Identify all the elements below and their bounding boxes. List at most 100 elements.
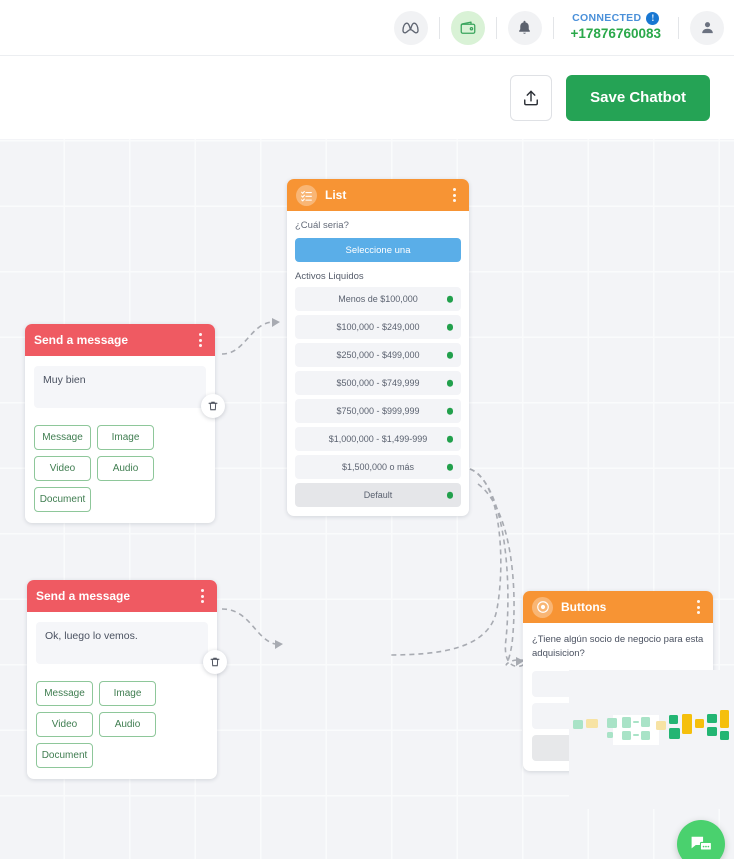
chip-image[interactable]: Image <box>97 425 154 450</box>
connector-dot[interactable] <box>446 351 453 359</box>
overlay-block <box>656 721 666 730</box>
node-list[interactable]: List ¿Cuál seria? Seleccione una Activos… <box>287 179 469 516</box>
list-icon <box>296 184 317 206</box>
list-item[interactable]: $100,000 - $249,000 <box>295 315 461 339</box>
overlay-block <box>720 731 729 740</box>
list-item-label: $100,000 - $249,000 <box>336 322 420 332</box>
list-item[interactable]: $750,000 - $999,999 <box>295 399 461 423</box>
node-title: Send a message <box>34 333 129 347</box>
chip-message[interactable]: Message <box>34 425 91 450</box>
list-section-label[interactable]: Activos Liquidos <box>287 262 469 287</box>
arrow-head <box>275 640 283 649</box>
list-item-label: $1,000,000 - $1,499-999 <box>328 434 428 444</box>
divider <box>495 16 497 39</box>
node-menu-icon[interactable] <box>693 597 704 617</box>
attachment-chip-row: Message Image Video Audio Document <box>34 425 206 512</box>
connector-dot[interactable] <box>446 407 453 415</box>
node-header[interactable]: Send a message <box>27 580 217 612</box>
attachment-chip-row: Message Image Video Audio Document <box>36 681 208 768</box>
divider <box>552 16 554 39</box>
connection-status-label: CONNECTED <box>572 12 642 24</box>
list-item[interactable]: $1,000,000 - $1,499-999 <box>295 427 461 451</box>
connector-dot[interactable] <box>446 379 453 387</box>
message-text[interactable]: Ok, luego lo vemos. <box>36 622 208 664</box>
list-item-label: Menos de $100,000 <box>338 294 418 304</box>
account-avatar[interactable] <box>690 10 724 45</box>
overlay-block <box>641 731 650 740</box>
overlay-block <box>707 714 717 723</box>
chip-document[interactable]: Document <box>36 743 93 768</box>
chip-message[interactable]: Message <box>36 681 93 706</box>
node-body: Ok, luego lo vemos. Message Image Video … <box>27 612 227 779</box>
radio-circle-icon <box>532 596 553 618</box>
top-bar: CONNECTED ! +17876760083 <box>0 0 734 56</box>
flow-canvas[interactable]: Send a message Muy bien Message Image Vi… <box>0 139 734 859</box>
connection-phone-number: +17876760083 <box>570 26 661 42</box>
overlay-block <box>669 728 680 739</box>
delete-icon[interactable] <box>201 394 225 418</box>
list-item[interactable]: $500,000 - $749,999 <box>295 371 461 395</box>
node-header[interactable]: Buttons <box>523 591 713 623</box>
connector-dot[interactable] <box>446 463 453 471</box>
upload-icon[interactable] <box>510 74 553 121</box>
node-header[interactable]: List <box>287 179 469 211</box>
list-item-label: $250,000 - $499,000 <box>336 350 420 360</box>
list-question[interactable]: ¿Cuál seria? <box>287 211 469 238</box>
overlay-block <box>607 718 617 728</box>
overlay-block <box>573 720 583 729</box>
overlay-block <box>622 717 631 728</box>
node-send-a-message-2[interactable]: Send a message Ok, luego lo vemos. Messa… <box>27 580 227 779</box>
chip-audio[interactable]: Audio <box>99 712 156 737</box>
connector-dot[interactable] <box>446 295 453 303</box>
info-icon[interactable]: ! <box>646 12 660 26</box>
bell-icon[interactable] <box>507 10 542 45</box>
node-menu-icon[interactable] <box>197 586 208 606</box>
chatbot-flow-builder: CONNECTED ! +17876760083 Save Chatbot Se… <box>0 0 734 859</box>
buttons-question[interactable]: ¿Tiene algún socio de negocio para esta … <box>523 623 713 671</box>
overlay-block <box>586 719 598 728</box>
save-chatbot-button[interactable]: Save Chatbot <box>566 74 710 121</box>
top-bar-controls: CONNECTED ! +17876760083 <box>393 10 724 45</box>
connection-status-row: CONNECTED ! <box>571 12 661 26</box>
meta-icon[interactable] <box>393 10 428 45</box>
node-send-a-message-1[interactable]: Send a message Muy bien Message Image Vi… <box>25 324 225 523</box>
list-item[interactable]: $250,000 - $499,000 <box>295 343 461 367</box>
obscured-overlay-panel <box>569 670 734 809</box>
connector-dot[interactable] <box>446 435 453 443</box>
arrow-head <box>272 318 280 327</box>
list-item-label: $500,000 - $749,999 <box>336 378 420 388</box>
chip-image[interactable]: Image <box>99 681 156 706</box>
overlay-block <box>695 719 704 728</box>
list-item-label: $1,500,000 o más <box>341 462 415 472</box>
wallet-icon[interactable] <box>450 10 485 45</box>
overlay-block <box>669 715 678 724</box>
node-title: Send a message <box>36 589 131 603</box>
chip-video[interactable]: Video <box>34 456 91 481</box>
delete-icon[interactable] <box>203 650 227 674</box>
divider <box>438 16 440 39</box>
connector-dot[interactable] <box>446 491 453 499</box>
list-item-default[interactable]: Default <box>295 483 461 507</box>
connection-status[interactable]: CONNECTED ! +17876760083 <box>565 12 667 43</box>
node-title: Buttons <box>561 600 607 614</box>
connector-dot[interactable] <box>446 323 453 331</box>
overlay-inner-card <box>613 715 659 745</box>
list-select-button[interactable]: Seleccione una <box>295 238 461 262</box>
list-item[interactable]: $1,500,000 o más <box>295 455 461 479</box>
chip-video[interactable]: Video <box>36 712 93 737</box>
chip-audio[interactable]: Audio <box>97 456 154 481</box>
divider <box>678 16 679 39</box>
node-title: List <box>325 188 347 202</box>
node-header[interactable]: Send a message <box>25 324 215 356</box>
list-option-container: Menos de $100,000 $100,000 - $249,000 $2… <box>287 287 469 516</box>
chip-document[interactable]: Document <box>34 487 91 512</box>
overlay-block <box>633 734 639 736</box>
overlay-block <box>641 717 650 727</box>
node-body: Muy bien Message Image Video Audio Docum… <box>25 356 225 523</box>
list-item[interactable]: Menos de $100,000 <box>295 287 461 311</box>
overlay-block <box>607 732 613 738</box>
node-menu-icon[interactable] <box>449 185 460 205</box>
message-text[interactable]: Muy bien <box>34 366 206 408</box>
overlay-block <box>682 714 692 734</box>
node-menu-icon[interactable] <box>195 330 206 350</box>
